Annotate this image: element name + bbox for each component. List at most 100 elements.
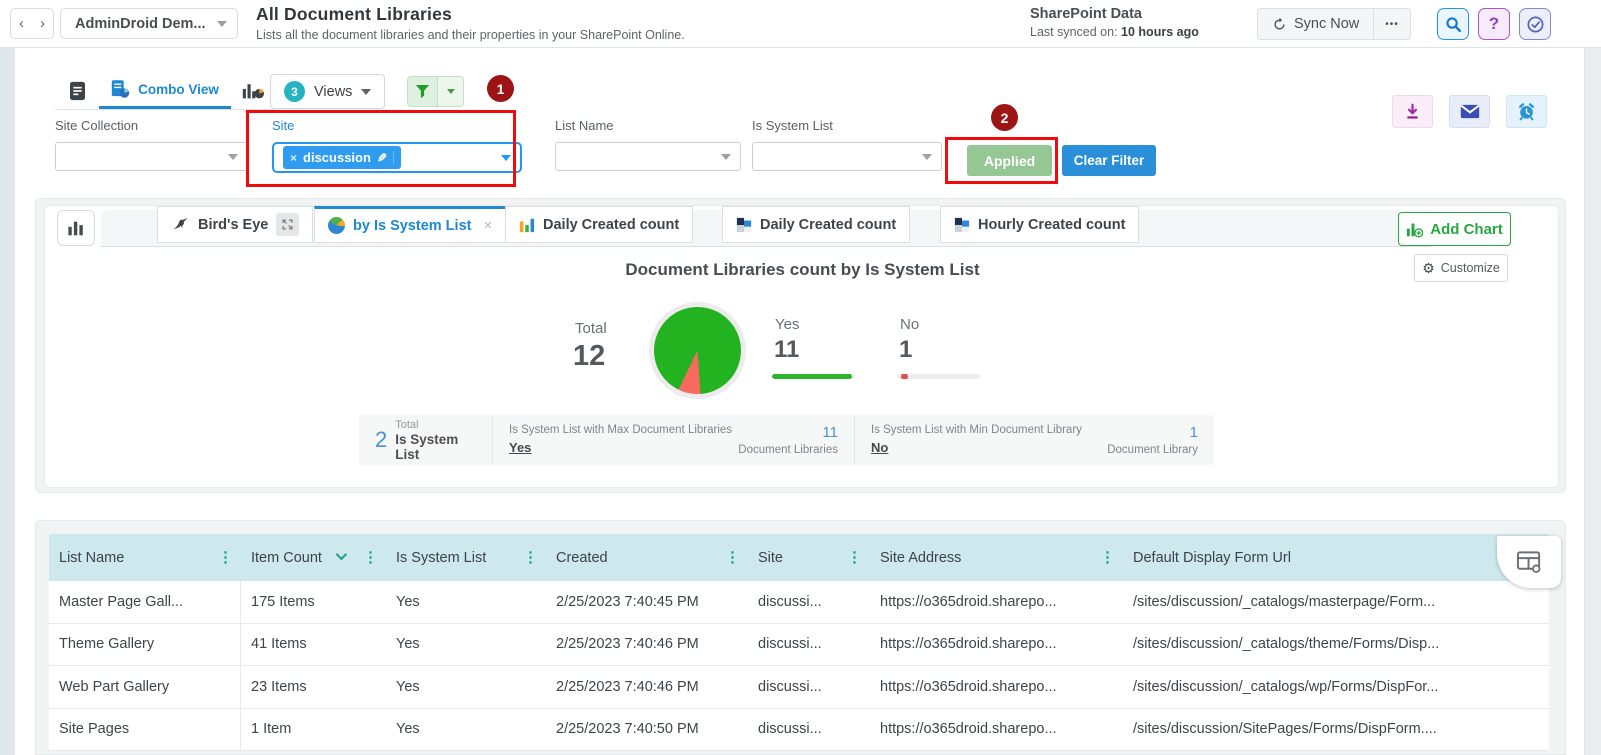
column-header-site[interactable]: Site ⋮ <box>748 534 870 581</box>
search-icon <box>1445 16 1462 33</box>
tab-daily-created-heatmap[interactable]: Daily Created count <box>722 206 910 243</box>
views-dropdown[interactable]: 3 Views <box>270 74 385 109</box>
no-progress-bar <box>897 374 980 379</box>
stat-max-value: 11 <box>738 424 838 441</box>
yes-label: Yes <box>775 316 799 333</box>
no-value: 1 <box>899 336 912 364</box>
forward-button[interactable]: › <box>40 16 45 31</box>
stat-min-unit: Document Library <box>1107 444 1198 456</box>
filter-is-system-list: Is System List <box>752 118 942 171</box>
table-row[interactable]: Web Part Gallery 23 Items Yes 2/25/2023 … <box>49 666 1549 709</box>
scrollbar-track[interactable] <box>1584 0 1601 755</box>
app-root: ‹ › AdminDroid Dem... All Document Libra… <box>0 0 1601 755</box>
yes-value: 11 <box>774 336 799 364</box>
is-system-list-select[interactable] <box>752 142 942 171</box>
page-subtitle: Lists all the document libraries and the… <box>256 28 685 42</box>
ellipsis-icon: ••• <box>1385 19 1399 30</box>
list-name-select[interactable] <box>555 142 741 171</box>
edit-pencil-icon[interactable]: ✎ <box>377 151 394 165</box>
column-header-site-address[interactable]: Site Address ⋮ <box>870 534 1123 581</box>
column-menu-icon[interactable]: ⋮ <box>725 550 740 565</box>
stat-min-link[interactable]: No <box>871 440 888 455</box>
document-chart-icon <box>111 79 130 99</box>
stat-total-segment: 2 Total Is System List <box>359 415 492 465</box>
column-menu-icon[interactable]: ⋮ <box>847 550 862 565</box>
tab-hourly-created[interactable]: Hourly Created count <box>940 206 1139 243</box>
close-tab-icon[interactable]: × <box>483 217 492 234</box>
site-collection-select[interactable] <box>55 142 248 171</box>
pie-chart[interactable] <box>649 302 746 399</box>
sort-descending-icon[interactable] <box>336 548 347 559</box>
tab-combo-view[interactable]: Combo View <box>99 72 231 109</box>
column-header-default-display-form-url[interactable]: Default Display Form Url ⋮ <box>1123 534 1549 581</box>
stat-max-link[interactable]: Yes <box>509 440 531 455</box>
tab-chart-view[interactable] <box>231 72 275 109</box>
filter-site: Site × discussion ✎ <box>272 118 522 173</box>
pie-chart-icon <box>328 217 345 234</box>
add-chart-button[interactable]: Add Chart <box>1398 212 1511 246</box>
back-button[interactable]: ‹ <box>19 16 24 31</box>
column-header-is-system-list[interactable]: Is System List ⋮ <box>386 534 546 581</box>
column-menu-icon[interactable]: ⋮ <box>363 550 378 565</box>
table-row[interactable]: Site Pages 1 Item Yes 2/25/2023 7:40:50 … <box>49 709 1549 752</box>
tab-birds-eye[interactable]: Bird's Eye <box>157 206 313 243</box>
applied-button[interactable]: Applied <box>967 145 1052 176</box>
tab-grid-view[interactable] <box>55 72 99 109</box>
remove-chip-icon[interactable]: × <box>290 151 297 165</box>
chevron-down-icon <box>501 155 511 161</box>
column-header-list-name[interactable]: List Name ⋮ <box>49 534 241 581</box>
left-edge-strip <box>0 48 15 755</box>
site-collection-label: Site Collection <box>55 118 248 133</box>
chevron-down-icon <box>228 154 238 160</box>
tab-by-is-system-list[interactable]: by Is System List × <box>314 206 506 243</box>
circle-check-icon <box>1526 15 1545 34</box>
chart-panel: Bird's Eye by Is System List × <box>44 205 1559 488</box>
table-row[interactable]: Theme Gallery 41 Items Yes 2/25/2023 7:4… <box>49 624 1549 667</box>
chevron-down-icon <box>721 154 731 160</box>
site-filter-chip[interactable]: × discussion ✎ <box>283 146 401 169</box>
stat-min-title: Is System List with Min Document Library <box>871 424 1107 436</box>
expand-button[interactable] <box>276 213 299 236</box>
chart-type-button[interactable] <box>57 210 95 246</box>
chart-title: Document Libraries count by Is System Li… <box>45 260 1560 280</box>
column-header-item-count[interactable]: Item Count ⋮ <box>241 534 386 581</box>
filter-toggle-button[interactable] <box>408 77 438 106</box>
column-header-created[interactable]: Created ⋮ <box>546 534 748 581</box>
help-button[interactable]: ? <box>1478 8 1510 40</box>
filter-options-button[interactable] <box>438 77 463 106</box>
column-menu-icon[interactable]: ⋮ <box>1100 550 1115 565</box>
column-menu-icon[interactable]: ⋮ <box>523 550 538 565</box>
hourly-created-label: Hourly Created count <box>978 217 1125 233</box>
filter-site-collection: Site Collection <box>55 118 248 171</box>
annotation-step-1: 1 <box>487 75 514 102</box>
scheduled-tasks-button[interactable] <box>1519 8 1551 40</box>
expand-icon <box>281 218 294 231</box>
sync-now-button[interactable]: Sync Now <box>1258 9 1374 39</box>
history-nav: ‹ › <box>10 8 54 39</box>
clear-filter-button[interactable]: Clear Filter <box>1062 145 1156 176</box>
column-menu-icon[interactable]: ⋮ <box>218 550 233 565</box>
sync-button-group: Sync Now ••• <box>1257 8 1411 40</box>
filter-list-name: List Name <box>555 118 741 171</box>
stat-total-label-top: Total <box>395 419 476 431</box>
document-icon <box>69 81 86 101</box>
download-button[interactable] <box>1392 95 1433 128</box>
tenant-label: AdminDroid Dem... <box>75 16 206 32</box>
site-select[interactable]: × discussion ✎ <box>272 142 522 173</box>
filter-section: Combo View 3 Views <box>15 48 1584 192</box>
tenant-selector[interactable]: AdminDroid Dem... <box>60 8 238 39</box>
table-row[interactable]: Master Page Gall... 175 Items Yes 2/25/2… <box>49 581 1549 624</box>
add-chart-icon <box>1406 221 1423 238</box>
total-value: 12 <box>573 340 605 373</box>
tab-daily-created-bar[interactable]: Daily Created count <box>505 206 693 243</box>
chevron-down-icon <box>922 154 932 160</box>
stat-max-segment: Is System List with Max Document Librari… <box>492 415 854 465</box>
email-button[interactable] <box>1449 95 1490 128</box>
is-system-list-label: Is System List <box>752 118 942 133</box>
search-button[interactable] <box>1437 8 1469 40</box>
site-label: Site <box>272 118 522 133</box>
column-chart-icon <box>519 217 535 233</box>
schedule-report-button[interactable] <box>1506 95 1547 128</box>
sync-more-button[interactable]: ••• <box>1374 9 1410 39</box>
chevron-down-icon <box>447 89 455 94</box>
